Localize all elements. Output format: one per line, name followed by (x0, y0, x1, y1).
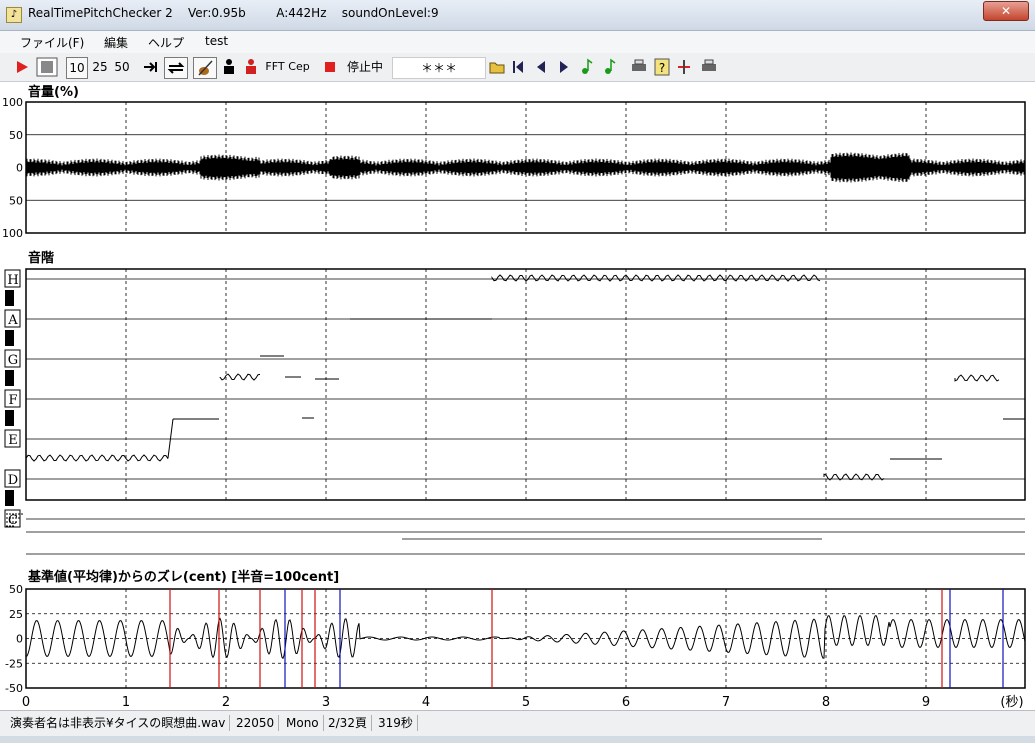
black-key (5, 290, 14, 306)
scale-panel-frame (25, 268, 1026, 501)
menu-help[interactable]: ヘルプ (148, 34, 184, 51)
volume-tick-label: 100 (2, 96, 23, 109)
speed-10-button[interactable]: 10 (66, 57, 88, 79)
note-alt-icon[interactable] (602, 57, 618, 77)
volume-tick-label: 50 (9, 129, 23, 142)
black-key (5, 330, 14, 346)
loop-icon[interactable] (164, 57, 188, 79)
volume-tick-label: 50 (9, 194, 23, 207)
menu-file[interactable]: ファイル(F) (20, 34, 84, 51)
speed-50-button[interactable]: 50 (112, 57, 132, 77)
speed-25-button[interactable]: 25 (90, 57, 110, 77)
cent-tick-label: -25 (5, 657, 23, 670)
singer-icon[interactable] (242, 57, 260, 77)
time-tick-label: 6 (622, 695, 630, 710)
graph-area: 音量(%) 音階基準値(平均律)からのズレ(cent) [半音=100cent] 1… (0, 82, 1035, 710)
fft-button[interactable]: FFT (264, 57, 286, 77)
time-tick-label: 8 (822, 695, 830, 710)
print-alt-icon[interactable] (700, 57, 718, 77)
status-indicator: 停止中 (346, 60, 383, 74)
black-key (5, 370, 14, 386)
scale-panel-title: 音階 (28, 250, 54, 266)
open-folder-icon[interactable] (488, 57, 506, 77)
svg-text:?: ? (659, 61, 665, 75)
time-tick-label: 1 (122, 695, 130, 710)
menu-edit[interactable]: 編集 (104, 34, 128, 51)
title-bar: ♪ RealTimePitchChecker 2 Ver:0.95b A:442… (0, 0, 1035, 31)
menu-test[interactable]: test (205, 34, 228, 48)
note-label: A (7, 313, 18, 328)
help-icon[interactable]: ? (654, 57, 670, 77)
player-icon[interactable] (220, 57, 238, 77)
print-icon[interactable] (630, 57, 648, 77)
black-key (5, 490, 14, 506)
status-page: 2/32頁 (324, 715, 372, 731)
cent-tick-label: 0 (16, 633, 23, 646)
note-label: C (8, 513, 18, 528)
violin-icon[interactable] (193, 57, 217, 79)
note-label: G (8, 353, 18, 368)
time-tick-label: 4 (422, 695, 430, 710)
cent-panel-title: 基準値(平均律)からのズレ(cent) [半音=100cent] (27, 569, 339, 585)
black-key (5, 410, 14, 426)
display-field: ＊＊＊ (392, 57, 486, 79)
close-button[interactable]: ✕ (983, 1, 1029, 21)
graph-canvas[interactable]: 音量(%) 音階基準値(平均律)からのズレ(cent) [半音=100cent] 1… (0, 82, 1035, 710)
time-tick-label: 7 (722, 695, 730, 710)
cent-tick-label: -50 (5, 682, 23, 695)
note-icon[interactable] (579, 57, 595, 77)
marker-icon[interactable] (676, 57, 692, 77)
jump-end-icon[interactable] (142, 57, 160, 77)
window-bottom-edge (0, 736, 1035, 743)
note-label: E (8, 433, 18, 448)
time-tick-label: 0 (22, 695, 30, 710)
time-unit-label: (秒) (1000, 695, 1023, 710)
status-duration: 319秒 (374, 715, 418, 731)
menu-bar: ファイル(F) 編集 ヘルプ test (0, 31, 1035, 53)
prev-page-icon[interactable] (533, 57, 549, 77)
cep-button[interactable]: Cep (288, 57, 310, 77)
note-label: F (8, 393, 17, 408)
record-icon[interactable] (322, 57, 338, 77)
time-tick-label: 5 (522, 695, 530, 710)
note-label: H (7, 273, 18, 288)
status-file: 演奏者名は非表示¥タイスの瞑想曲.wav (6, 715, 231, 731)
status-rate: 22050 (232, 715, 280, 731)
toolbar: 10 25 50 FFT Cep 停止中 ＊＊＊ ? (0, 53, 1035, 82)
volume-panel-title: 音量(%) (28, 84, 79, 100)
first-page-icon[interactable] (510, 57, 526, 77)
cent-tick-label: 50 (9, 583, 23, 596)
window-title: RealTimePitchChecker 2 Ver:0.95b A:442Hz… (28, 6, 439, 20)
status-channels: Mono (282, 715, 324, 731)
volume-tick-label: 100 (2, 227, 23, 240)
time-tick-label: 3 (322, 695, 330, 710)
cent-tick-label: 25 (9, 608, 23, 621)
play-icon[interactable] (14, 57, 30, 77)
next-page-icon[interactable] (556, 57, 572, 77)
time-tick-label: 9 (922, 695, 930, 710)
app-icon: ♪ (6, 7, 22, 23)
volume-tick-label: 0 (16, 162, 23, 175)
status-bar: 演奏者名は非表示¥タイスの瞑想曲.wav 22050 Mono 2/32頁 31… (0, 710, 1035, 736)
note-label: D (8, 473, 18, 488)
stop-icon[interactable] (36, 57, 58, 77)
time-tick-label: 2 (222, 695, 230, 710)
